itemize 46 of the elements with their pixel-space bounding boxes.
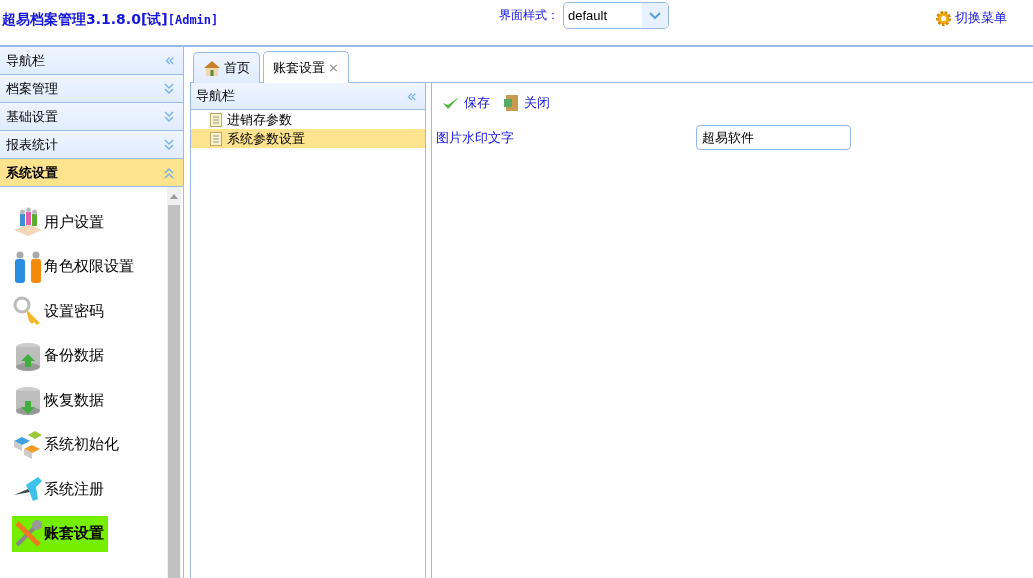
document-icon (210, 131, 222, 146)
sidebar-title: 导航栏 « (0, 47, 183, 75)
menu-item[interactable]: 角色权限设置 (12, 248, 138, 285)
watermark-text-field[interactable]: 超易软件 (696, 125, 851, 150)
tree-item[interactable]: 系统参数设置 (191, 129, 425, 148)
menu-item[interactable]: 用户设置 (12, 204, 108, 240)
switch-menu-link[interactable]: 切换菜单 (935, 9, 1007, 27)
chevron-icon (163, 138, 175, 151)
accordion-header[interactable]: 系统设置 (0, 159, 183, 187)
cubes-icon (12, 428, 44, 461)
chevron-icon (163, 110, 175, 123)
menu-item[interactable]: 系统初始化 (12, 426, 123, 463)
button-label: 保存 (464, 93, 490, 112)
accordion-header[interactable]: 报表统计 (0, 131, 183, 159)
people-icon (12, 250, 44, 283)
checkmark-icon (442, 94, 460, 111)
menu-item[interactable]: 设置密码 (12, 293, 108, 329)
gear-icon (935, 9, 952, 27)
tree-item[interactable]: 进销存参数 (191, 110, 425, 129)
user-name: [Admin] (167, 13, 219, 27)
field-label: 图片水印文字 (436, 128, 515, 147)
tab[interactable]: 账套设置 × (263, 51, 349, 83)
door-icon (504, 93, 520, 112)
chevron-icon (163, 166, 175, 179)
style-select[interactable]: default (563, 2, 669, 29)
scrollbar[interactable] (167, 187, 181, 578)
menu-item[interactable]: 账套设置 (12, 515, 108, 552)
accordion-header[interactable]: 档案管理 (0, 75, 183, 103)
style-label: 界面样式： (499, 7, 559, 24)
menu-item[interactable]: 恢复数据 (12, 382, 108, 418)
close-button[interactable]: 关闭 (504, 92, 550, 113)
chevron-icon (163, 82, 175, 95)
button-label: 关闭 (524, 93, 550, 112)
document-icon (210, 112, 222, 127)
chevron-down-icon (649, 11, 661, 20)
panel-header: 导航栏 « (191, 83, 425, 110)
app-title: 超易档案管理3.1.8.0[试] (2, 11, 168, 27)
menu-item[interactable]: 备份数据 (12, 337, 108, 374)
close-icon[interactable]: × (328, 60, 339, 75)
tab[interactable]: 首页 (193, 52, 260, 83)
accordion-header[interactable]: 基础设置 (0, 103, 183, 131)
menu-item[interactable]: 系统注册 (12, 471, 108, 507)
home-icon (203, 60, 221, 76)
users-icon (12, 206, 44, 238)
scroll-up-icon (170, 193, 178, 199)
save-button[interactable]: 保存 (442, 92, 490, 113)
